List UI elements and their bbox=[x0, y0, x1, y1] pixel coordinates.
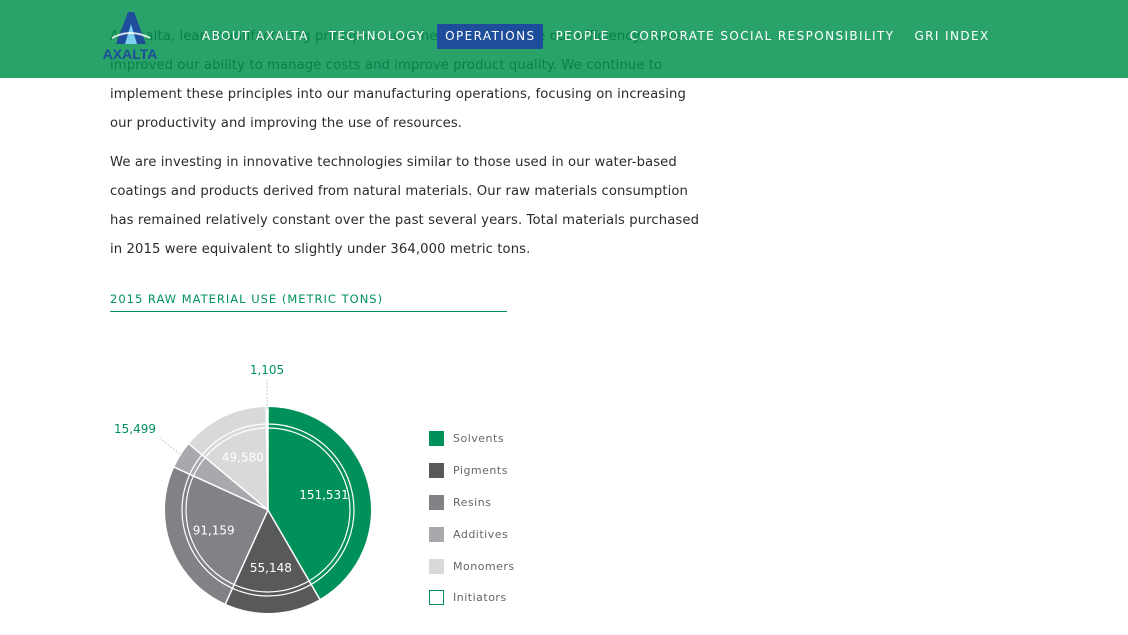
legend-label: Resins bbox=[453, 495, 492, 509]
legend-item: Additives bbox=[429, 518, 515, 550]
legend-item: Pigments bbox=[429, 455, 515, 487]
nav-item-people[interactable]: PEOPLE bbox=[547, 24, 617, 49]
chart-legend: Solvents Pigments Resins Additives Monomers I… bbox=[429, 423, 515, 614]
label-leader bbox=[159, 437, 183, 457]
logo-text: AXALTA bbox=[103, 46, 158, 62]
main-nav: ABOUT AXALTA TECHNOLOGY OPERATIONS PEOPLE CO… bbox=[194, 24, 998, 49]
legend-item: Initiators bbox=[429, 582, 515, 614]
data-label: 1,105 bbox=[250, 363, 284, 377]
pie-chart: 151,531 55,148 91,159 15,499 49,580 1,105 bbox=[114, 363, 371, 613]
legend-item: Monomers bbox=[429, 550, 515, 582]
legend-swatch bbox=[429, 590, 444, 606]
legend-swatch bbox=[429, 494, 444, 510]
nav-item-corporate-social-responsibility[interactable]: CORPORATE SOCIAL RESPONSIBILITY bbox=[622, 24, 903, 49]
legend-swatch bbox=[429, 558, 444, 574]
nav-item-about-axalta[interactable]: ABOUT AXALTA bbox=[194, 24, 317, 49]
legend-label: Initiators bbox=[453, 591, 507, 605]
chart-title: 2015 RAW MATERIAL USE (METRIC TONS) bbox=[110, 292, 507, 312]
legend-swatch bbox=[429, 463, 444, 479]
data-label: 15,499 bbox=[114, 422, 156, 436]
legend-swatch bbox=[429, 431, 444, 447]
data-label: 91,159 bbox=[193, 523, 235, 537]
legend-label: Pigments bbox=[453, 464, 508, 478]
data-label: 55,148 bbox=[250, 561, 292, 575]
legend-item: Solvents bbox=[429, 423, 515, 455]
nav-item-gri-index[interactable]: GRI INDEX bbox=[906, 24, 997, 49]
nav-item-operations[interactable]: OPERATIONS bbox=[437, 24, 544, 49]
data-label: 151,531 bbox=[299, 488, 349, 502]
legend-label: Monomers bbox=[453, 559, 515, 573]
paragraph: We are investing in innovative technolog… bbox=[110, 155, 700, 257]
nav-item-technology[interactable]: TECHNOLOGY bbox=[321, 24, 433, 49]
legend-swatch bbox=[429, 526, 444, 542]
legend-label: Solvents bbox=[453, 432, 505, 446]
data-label: 49,580 bbox=[222, 451, 264, 465]
legend-label: Additives bbox=[453, 527, 509, 541]
legend-item: Resins bbox=[429, 487, 515, 519]
axalta-logo[interactable]: AXALTA bbox=[94, 8, 166, 64]
top-navigation: AXALTA ABOUT AXALTA TECHNOLOGY OPERATIONS P… bbox=[0, 0, 1128, 78]
